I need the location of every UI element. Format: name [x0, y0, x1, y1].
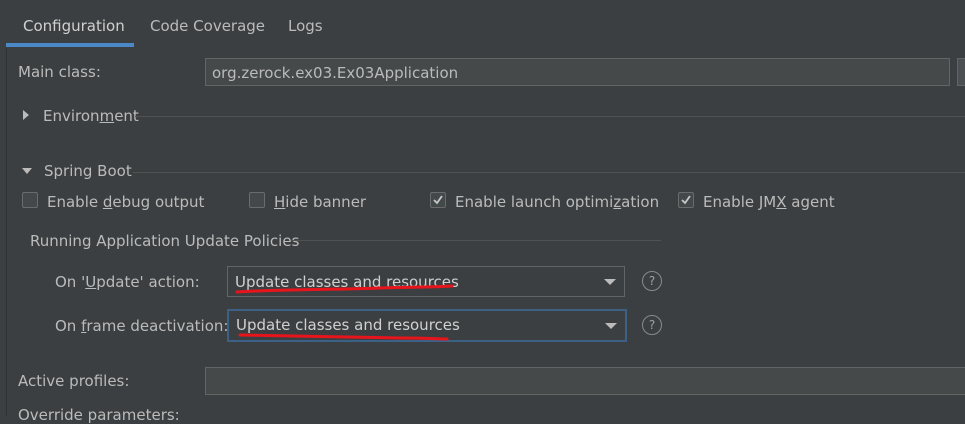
active-profiles-label: Active profiles:	[18, 372, 130, 390]
active-profiles-field[interactable]	[205, 367, 965, 395]
red-underline-annotation	[235, 284, 454, 341]
override-parameters-label: Override parameters:	[18, 406, 180, 424]
